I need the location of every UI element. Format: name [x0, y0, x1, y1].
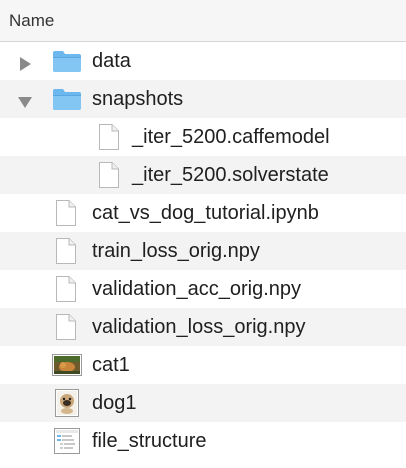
document-icon	[55, 199, 77, 233]
file-name-label: cat1	[92, 354, 130, 376]
disclosure-triangle-down-icon[interactable]	[18, 92, 32, 108]
file-name-label: snapshots	[92, 88, 184, 110]
file-name-label: train_loss_orig.npy	[92, 240, 260, 262]
disclosure-triangle-right-icon[interactable]	[18, 54, 32, 71]
finder-list-view: Name data snapshots _iter_5200.caffemodel _…	[0, 0, 406, 468]
cat-thumbnail-icon	[52, 354, 82, 382]
file-name-label: data	[92, 50, 131, 72]
file-name-label: validation_loss_orig.npy	[92, 316, 306, 338]
file-row[interactable]: cat1	[0, 346, 406, 384]
file-row[interactable]: validation_acc_orig.npy	[0, 270, 406, 308]
document-icon	[55, 275, 77, 309]
document-icon	[55, 237, 77, 271]
file-name-label: _iter_5200.solverstate	[132, 164, 329, 186]
document-icon	[98, 123, 120, 157]
dog-thumbnail-icon	[55, 389, 79, 423]
file-row[interactable]: validation_loss_orig.npy	[0, 308, 406, 346]
file-row[interactable]: file_structure	[0, 422, 406, 460]
file-name-label: dog1	[92, 392, 137, 414]
file-row[interactable]: _iter_5200.solverstate	[0, 156, 406, 194]
file-name-label: _iter_5200.caffemodel	[132, 126, 330, 148]
document-icon	[55, 313, 77, 347]
file-name-label: validation_acc_orig.npy	[92, 278, 302, 300]
file-list: data snapshots _iter_5200.caffemodel _iter_…	[0, 42, 406, 460]
file-row[interactable]: data	[0, 42, 406, 80]
file-row[interactable]: _iter_5200.caffemodel	[0, 118, 406, 156]
file-row[interactable]: train_loss_orig.npy	[0, 232, 406, 270]
file-name-label: file_structure	[92, 430, 207, 452]
file-row[interactable]: cat_vs_dog_tutorial.ipynb	[0, 194, 406, 232]
column-header-label: Name	[9, 10, 55, 30]
column-header-name[interactable]: Name	[0, 0, 406, 42]
file-row[interactable]: dog1	[0, 384, 406, 422]
screenshot-thumbnail-icon	[54, 428, 80, 460]
file-row[interactable]: snapshots	[0, 80, 406, 118]
document-icon	[98, 161, 120, 195]
folder-icon	[52, 87, 82, 117]
file-name-label: cat_vs_dog_tutorial.ipynb	[92, 202, 319, 224]
folder-icon	[52, 49, 82, 79]
